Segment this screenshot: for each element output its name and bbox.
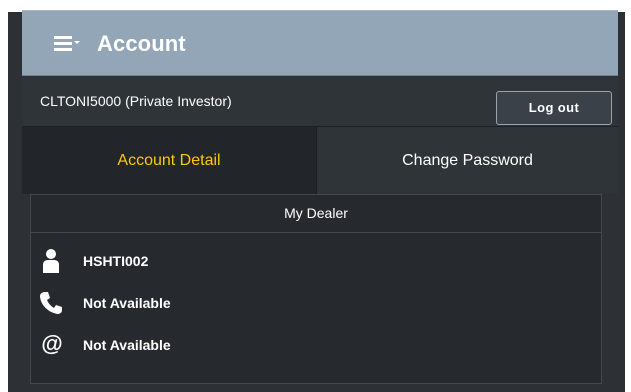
- email-at-icon: @: [41, 331, 63, 356]
- user-label: CLTONI5000 (Private Investor): [40, 93, 232, 109]
- my-dealer-panel: My Dealer HSHTI002 Not Available @ Not A…: [30, 194, 602, 384]
- dealer-email: Not Available: [83, 337, 171, 353]
- account-header: Account: [22, 10, 618, 76]
- account-userbar: CLTONI5000 (Private Investor) Log out: [22, 78, 618, 126]
- person-icon: [38, 248, 64, 274]
- tab-account-detail[interactable]: Account Detail: [22, 127, 316, 194]
- dealer-email-row: @ Not Available: [38, 331, 578, 359]
- dealer-name: HSHTI002: [83, 253, 149, 269]
- hamburger-menu-dropdown-icon[interactable]: [54, 36, 82, 52]
- logout-button[interactable]: Log out: [496, 91, 612, 125]
- dealer-name-row: HSHTI002: [38, 247, 578, 275]
- account-tabs: Account Detail Change Password: [22, 126, 618, 194]
- phone-icon: [38, 290, 64, 316]
- page-title: Account: [97, 31, 186, 56]
- tab-change-password[interactable]: Change Password: [316, 127, 618, 194]
- my-dealer-title: My Dealer: [31, 195, 601, 233]
- dealer-phone-row: Not Available: [38, 289, 578, 317]
- dealer-phone: Not Available: [83, 295, 171, 311]
